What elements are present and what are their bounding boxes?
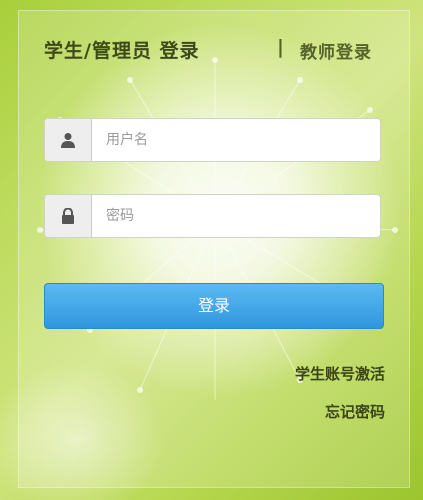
activate-account-link[interactable]: 学生账号激活	[295, 363, 385, 384]
login-button[interactable]: 登录	[44, 283, 384, 329]
tab-teacher-login[interactable]: 教师登录	[300, 38, 372, 63]
username-field-group	[44, 118, 381, 162]
login-tabs: 学生/管理员 登录 | 教师登录	[44, 36, 389, 70]
tab-student-admin-login[interactable]: 学生/管理员 登录	[44, 36, 200, 63]
user-icon	[45, 119, 92, 161]
lock-icon	[45, 195, 92, 237]
tab-separator: |	[277, 36, 284, 58]
password-field-group	[44, 194, 381, 238]
forgot-password-link[interactable]: 忘记密码	[325, 401, 385, 422]
password-input[interactable]	[92, 195, 380, 237]
username-input[interactable]	[92, 119, 380, 161]
